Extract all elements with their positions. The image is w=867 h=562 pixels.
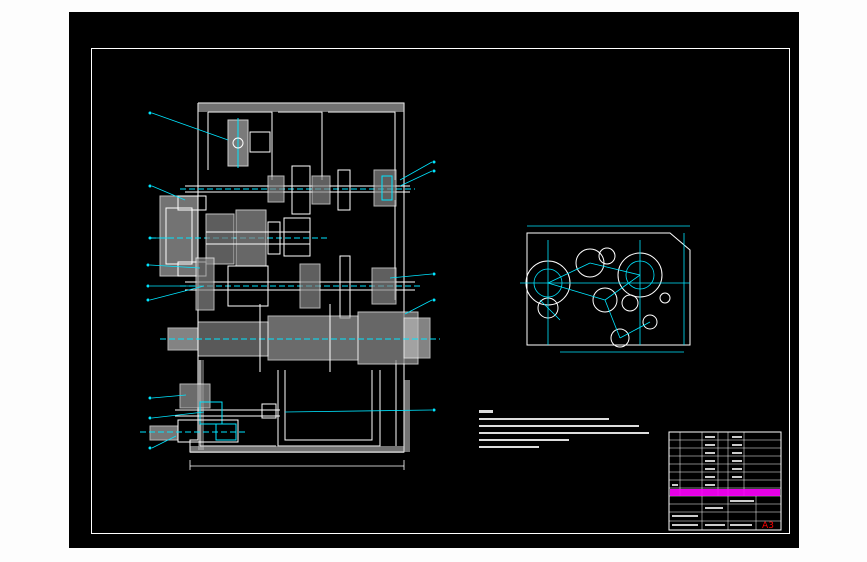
technical-notes xyxy=(479,410,649,448)
gearbox-side-view xyxy=(520,225,691,353)
cad-viewport: A3 xyxy=(0,0,867,562)
title-block-accent-bar xyxy=(670,489,780,496)
cad-drawing-canvas: A3 xyxy=(91,48,790,534)
gearbox-section-view xyxy=(140,102,440,453)
sheet-size-label: A3 xyxy=(762,521,774,531)
overall-dimension xyxy=(189,460,405,470)
title-block: A3 xyxy=(668,431,782,531)
